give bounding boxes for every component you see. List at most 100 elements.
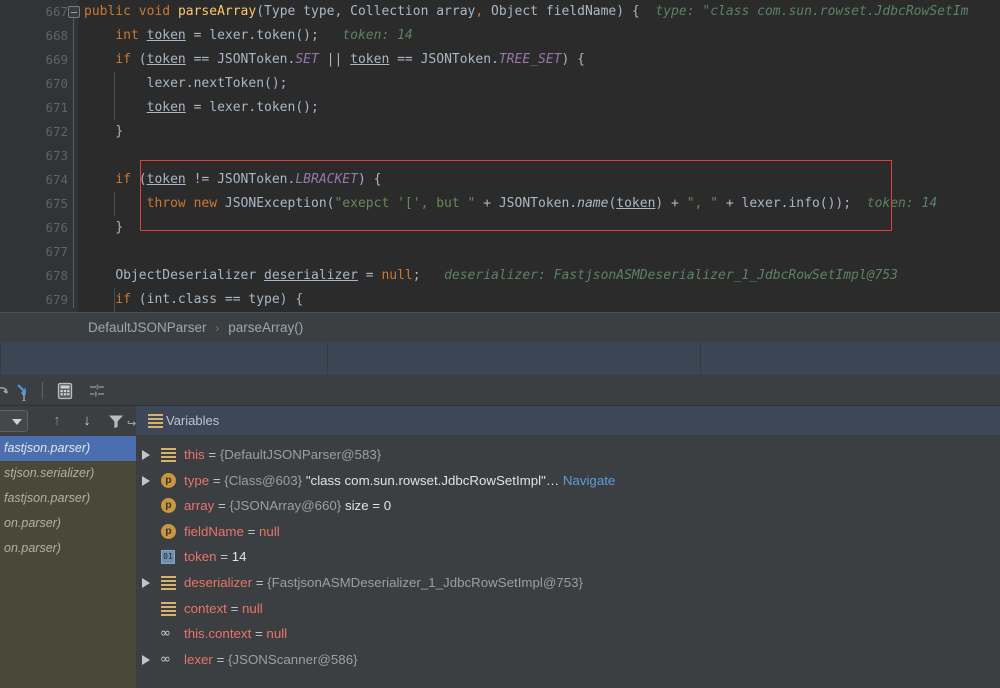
variable-row[interactable]: p type = {Class@603} "class com.sun.rows… <box>136 468 1000 494</box>
frames-up-arrow-icon[interactable]: ↑ <box>47 406 67 436</box>
variable-token: token <box>147 52 186 67</box>
line-number: 675 <box>0 192 78 216</box>
tool-window-tab-band[interactable] <box>0 342 1000 375</box>
variable-name: deserializer <box>184 575 252 590</box>
inline-debug-hint-token: token: 14 <box>342 28 412 43</box>
variables-group-icon <box>148 414 163 427</box>
concat-e: + lexer.info()); <box>718 196 851 211</box>
frame-item[interactable]: on.parser) <box>0 511 136 536</box>
variable-name: this <box>184 447 205 462</box>
filter-icon[interactable] <box>108 414 124 434</box>
variable-name: array <box>184 498 214 513</box>
variable-name: type <box>184 473 209 488</box>
breadcrumb-method[interactable]: parseArray() <box>228 320 303 335</box>
constant-lbracket: LBRACKET <box>295 172 358 187</box>
thread-selector-dropdown[interactable] <box>0 410 28 432</box>
variable-row[interactable]: deserializer = {FastjsonASMDeserializer_… <box>136 570 1000 596</box>
expand-arrow-icon[interactable] <box>142 476 150 486</box>
line-number: 668 <box>0 24 78 48</box>
keyword-void: void <box>139 4 170 19</box>
code-line-669: if (token == JSONToken.SET || token == J… <box>78 48 1000 72</box>
variable-row[interactable]: p fieldName = null <box>136 519 1000 545</box>
frame-item[interactable]: stjson.serializer) <box>0 461 136 486</box>
step-into-icon[interactable] <box>13 381 33 401</box>
line-number: 673 <box>0 144 78 168</box>
inline-debug-hint-type: type: "class com.sun.rowset.JdbcRowSetIm <box>655 4 968 19</box>
expand-arrow-icon[interactable] <box>142 450 150 460</box>
method-name-call: name <box>577 196 608 211</box>
toolbar-divider <box>42 382 43 399</box>
breadcrumb: DefaultJSONParser›parseArray() <box>88 313 303 343</box>
variable-row[interactable]: 01 token = 14 <box>136 544 1000 570</box>
expand-arrow-icon[interactable] <box>142 578 150 588</box>
frame-item[interactable]: fastjson.parser) <box>0 436 136 461</box>
variable-name: fieldName <box>184 524 244 539</box>
tab-divider <box>700 342 701 375</box>
parameter-icon: p <box>161 473 177 489</box>
frames-list[interactable]: fastjson.parser) stjson.serializer) fast… <box>0 436 136 561</box>
code-line-673 <box>78 144 1000 168</box>
variable-ref: {DefaultJSONParser@583} <box>220 447 381 462</box>
compare-d: == JSONToken. <box>389 52 499 67</box>
debugger-toolbar[interactable] <box>0 375 1000 406</box>
keyword-new: new <box>194 196 217 211</box>
pin-tab-icon[interactable]: ↪ <box>127 417 136 430</box>
frames-down-arrow-icon[interactable]: ↓ <box>77 406 97 436</box>
code-line-676: } <box>78 216 1000 240</box>
keyword-int: int <box>115 28 138 43</box>
code-editor[interactable]: 667 668 669 670 671 672 673 674 675 676 … <box>0 0 1000 312</box>
frames-toolbar[interactable]: ↑ ↓ <box>0 406 136 436</box>
step-over-icon[interactable] <box>0 381 12 401</box>
variables-tree[interactable]: this = {DefaultJSONParser@583} p type = … <box>136 442 1000 672</box>
variable-row[interactable]: ∞ lexer = {JSONScanner@586} <box>136 647 1000 673</box>
code-line-670: lexer.nextToken(); <box>78 72 1000 96</box>
keyword-if: if <box>115 172 131 187</box>
line-number: 671 <box>0 96 78 120</box>
watch-icon: ∞ <box>160 647 176 663</box>
parameter-icon: p <box>161 498 177 514</box>
variable-row[interactable]: context = null <box>136 596 1000 622</box>
line-number: 670 <box>0 72 78 96</box>
evaluate-expression-icon[interactable] <box>55 381 75 401</box>
compare-ne: != JSONToken. <box>186 172 296 187</box>
assign-op: = <box>358 268 381 283</box>
variable-ref: {Class@603} <box>224 473 302 488</box>
keyword-null: null <box>381 268 412 283</box>
variable-name: this.context <box>184 626 251 641</box>
editor-gutter[interactable]: 667 668 669 670 671 672 673 674 675 676 … <box>0 0 78 312</box>
variable-name: context <box>184 601 227 616</box>
variable-row[interactable]: p array = {JSONArray@660} size = 0 <box>136 493 1000 519</box>
method-name: parseArray <box>178 4 256 19</box>
code-line-667: public void parseArray(Type type, Collec… <box>78 0 1000 24</box>
variable-value: "class com.sun.rowset.JdbcRowSetImpl"… <box>302 473 559 488</box>
code-text-area[interactable]: public void parseArray(Type type, Collec… <box>78 0 1000 312</box>
variables-panel[interactable]: ↪ Variables this = {DefaultJSONParser@58… <box>136 406 1000 688</box>
frame-item[interactable]: on.parser) <box>0 536 136 561</box>
breadcrumb-bar[interactable]: DefaultJSONParser›parseArray() <box>0 312 1000 342</box>
breadcrumb-class[interactable]: DefaultJSONParser <box>88 320 207 335</box>
code-line-672: } <box>78 120 1000 144</box>
code-line-679: if (int.class == type) { <box>78 288 1000 312</box>
variable-row[interactable]: ∞ this.context = null <box>136 621 1000 647</box>
frames-panel[interactable]: ↑ ↓ fastjson.parser) stjson.serializer) … <box>0 406 136 688</box>
line-number: 677 <box>0 240 78 264</box>
keyword-throw: throw <box>147 196 186 211</box>
code-line-671: token = lexer.token(); <box>78 96 1000 120</box>
signature-part-b: Object fieldName) { <box>483 4 640 19</box>
line-number: 669 <box>0 48 78 72</box>
call-next-token: lexer.nextToken(); <box>147 76 288 91</box>
frame-item[interactable]: fastjson.parser) <box>0 486 136 511</box>
line-number: 674 <box>0 168 78 192</box>
variable-row[interactable]: this = {DefaultJSONParser@583} <box>136 442 1000 468</box>
assignment-expr: = lexer.token(); <box>186 100 319 115</box>
expand-arrow-icon[interactable] <box>142 655 150 665</box>
string-literal-1: "exepct '[', but " <box>334 196 475 211</box>
inline-debug-hint-token: token: 14 <box>867 196 937 211</box>
object-lines-icon <box>161 447 177 463</box>
compare-b: == JSONToken. <box>186 52 296 67</box>
settings-layout-icon[interactable] <box>87 381 107 401</box>
navigate-link[interactable]: Navigate <box>559 473 615 488</box>
variables-title: Variables <box>166 406 219 435</box>
code-line-674: if (token != JSONToken.LBRACKET) { <box>78 168 1000 192</box>
keyword-public: public <box>84 4 131 19</box>
